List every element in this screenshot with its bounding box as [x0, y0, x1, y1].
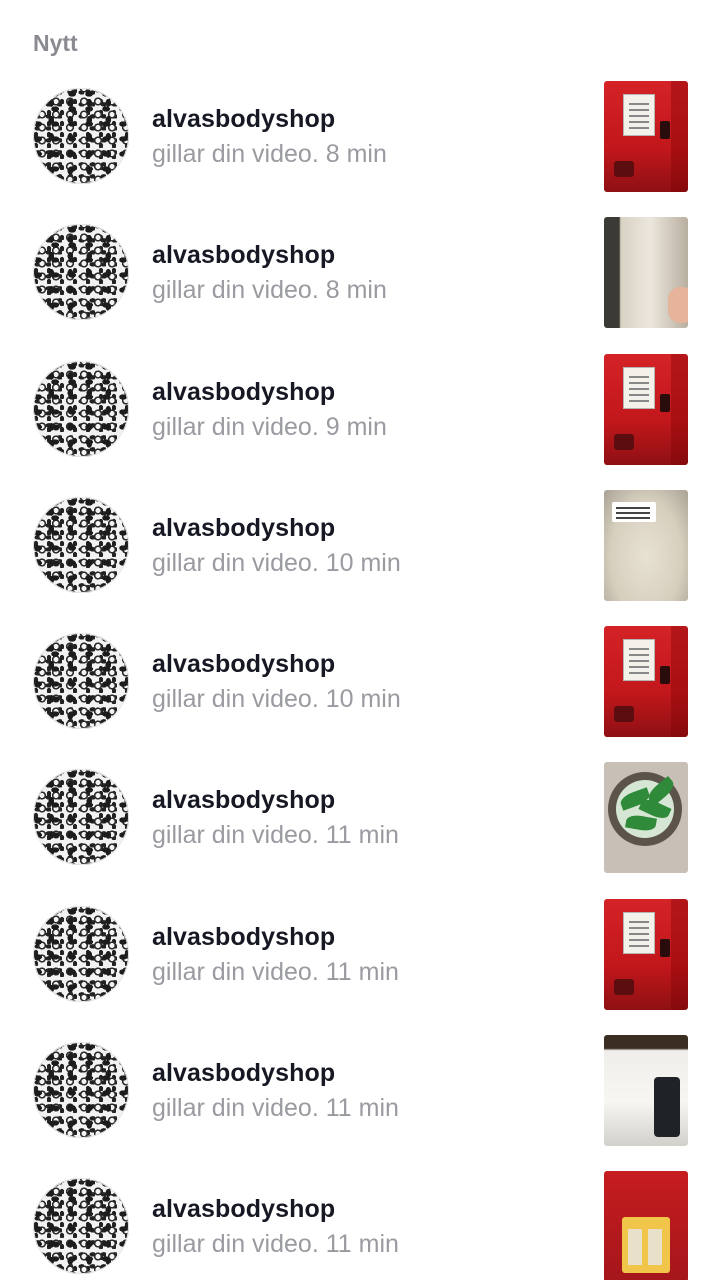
notification-text: alvasbodyshop gillar din video. 10 min [152, 513, 401, 578]
video-thumbnail[interactable] [604, 898, 688, 1010]
username[interactable]: alvasbodyshop [152, 1058, 399, 1088]
notification-text: alvasbodyshop gillar din video. 11 min [152, 1058, 399, 1123]
notification-row[interactable]: alvasbodyshop gillar din video. 10 min [0, 489, 720, 625]
username[interactable]: alvasbodyshop [152, 240, 387, 270]
note-card [624, 912, 654, 953]
finger [668, 287, 688, 324]
activity-text: gillar din video. [152, 1230, 319, 1259]
timestamp: 10 min [325, 685, 401, 714]
note-card [624, 367, 654, 408]
section-title: Nytt [33, 30, 78, 56]
activity-text: gillar din video. [152, 1094, 319, 1123]
avatar[interactable] [33, 905, 129, 1002]
username[interactable]: alvasbodyshop [152, 922, 399, 952]
notification-text: alvasbodyshop gillar din video. 11 min [152, 1194, 399, 1259]
timestamp: 11 min [325, 1094, 399, 1123]
username[interactable]: alvasbodyshop [152, 377, 387, 407]
notification-row[interactable]: alvasbodyshop gillar din video. 11 min [0, 898, 720, 1034]
activity-line: gillar din video. 11 min [152, 820, 399, 850]
notification-row[interactable]: alvasbodyshop gillar din video. 9 min [0, 353, 720, 489]
video-thumbnail[interactable] [604, 353, 688, 465]
video-thumbnail[interactable] [604, 81, 688, 192]
decoration [660, 121, 670, 139]
avatar[interactable] [33, 633, 129, 730]
activity-line: gillar din video. 11 min [152, 1093, 399, 1123]
username[interactable]: alvasbodyshop [152, 104, 387, 134]
avatar[interactable] [33, 1042, 129, 1139]
bottle [654, 1077, 680, 1138]
activity-line: gillar din video. 10 min [152, 684, 401, 714]
decoration [660, 938, 670, 957]
activity-line: gillar din video. 9 min [152, 412, 387, 442]
video-thumbnail[interactable] [604, 1035, 688, 1147]
decoration [614, 161, 634, 177]
notification-text: alvasbodyshop gillar din video. 9 min [152, 377, 387, 442]
timestamp: 11 min [325, 1230, 399, 1259]
notification-row[interactable]: alvasbodyshop gillar din video. 8 min [0, 80, 720, 216]
activity-line: gillar din video. 8 min [152, 275, 387, 305]
avatar[interactable] [33, 769, 129, 866]
notification-row[interactable]: alvasbodyshop gillar din video. 10 min [0, 625, 720, 761]
activity-line: gillar din video. 8 min [152, 139, 387, 169]
decoration [614, 978, 634, 995]
notification-row[interactable]: alvasbodyshop gillar din video. 8 min [0, 216, 720, 352]
timestamp: 8 min [325, 140, 387, 168]
timestamp: 9 min [325, 412, 387, 441]
caption-sticker [612, 501, 656, 522]
activity-line: gillar din video. 10 min [152, 548, 401, 578]
video-thumbnail[interactable] [604, 489, 688, 601]
avatar[interactable] [33, 224, 129, 321]
notification-list: alvasbodyshop gillar din video. 8 min alva… [0, 80, 720, 1280]
timestamp: 10 min [325, 548, 401, 577]
timestamp: 8 min [325, 276, 387, 305]
timestamp: 11 min [325, 957, 399, 986]
notification-text: alvasbodyshop gillar din video. 8 min [152, 240, 387, 305]
note-card [624, 640, 654, 681]
notification-text: alvasbodyshop gillar din video. 11 min [152, 922, 399, 987]
username[interactable]: alvasbodyshop [152, 1194, 399, 1224]
video-thumbnail[interactable] [604, 626, 688, 738]
username[interactable]: alvasbodyshop [152, 785, 399, 815]
avatar[interactable] [33, 496, 129, 593]
activity-text: gillar din video. [152, 548, 319, 577]
activity-text: gillar din video. [152, 412, 319, 441]
activity-line: gillar din video. 11 min [152, 1229, 399, 1259]
gift-contents [622, 1217, 670, 1274]
video-thumbnail[interactable] [604, 762, 688, 874]
decoration [614, 433, 634, 450]
notification-row[interactable]: alvasbodyshop gillar din video. 11 min [0, 1170, 720, 1280]
avatar[interactable] [33, 1178, 129, 1275]
username[interactable]: alvasbodyshop [152, 513, 401, 543]
activity-text: gillar din video. [152, 276, 319, 305]
notification-row[interactable]: alvasbodyshop gillar din video. 11 min [0, 1034, 720, 1170]
avatar[interactable] [33, 360, 129, 457]
video-thumbnail[interactable] [604, 1171, 688, 1280]
note-card [624, 95, 654, 135]
avatar[interactable] [33, 88, 129, 184]
decoration [660, 666, 670, 685]
timestamp: 11 min [325, 821, 399, 850]
notification-text: alvasbodyshop gillar din video. 11 min [152, 785, 399, 850]
activity-text: gillar din video. [152, 957, 319, 986]
notification-row[interactable]: alvasbodyshop gillar din video. 11 min [0, 761, 720, 897]
notification-text: alvasbodyshop gillar din video. 10 min [152, 649, 401, 714]
decoration [660, 393, 670, 412]
activity-text: gillar din video. [152, 821, 319, 850]
activity-text: gillar din video. [152, 140, 319, 168]
video-thumbnail[interactable] [604, 217, 688, 329]
decoration [614, 706, 634, 723]
notifications-screen: Nytt alvasbodyshop gillar din video. 8 mi… [0, 0, 720, 1280]
activity-text: gillar din video. [152, 685, 319, 714]
activity-line: gillar din video. 11 min [152, 957, 399, 987]
notification-text: alvasbodyshop gillar din video. 8 min [152, 104, 387, 169]
username[interactable]: alvasbodyshop [152, 649, 401, 679]
